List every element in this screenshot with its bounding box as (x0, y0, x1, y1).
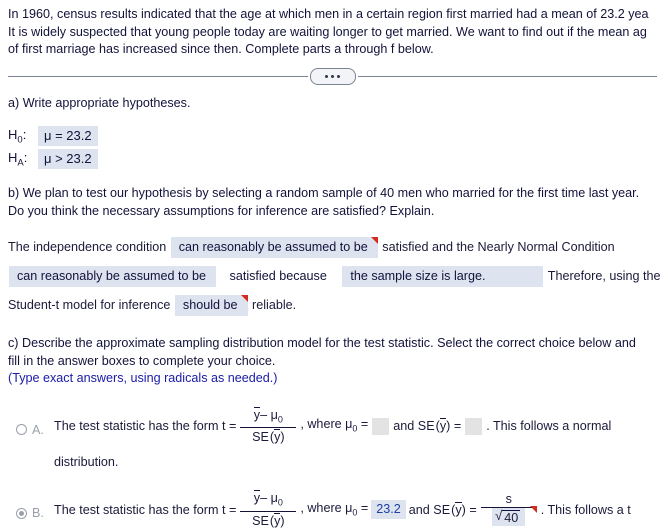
choice-b-radio-group[interactable]: B. (8, 485, 54, 520)
divider-line-right (357, 75, 657, 77)
nearly-normal-text: satisfied and the Nearly Normal Conditio… (382, 240, 615, 254)
choice-b-lead-text: The test statistic has the form t = (54, 502, 237, 517)
part-a-prompt: a) Write appropriate hypotheses. (8, 95, 191, 110)
exercise-page: In 1960, census results indicated that t… (0, 0, 667, 529)
null-hypothesis-answer[interactable]: μ = 23.2 (38, 126, 98, 146)
choice-a-formula-row: The test statistic has the form t = y– μ… (54, 406, 659, 446)
flag-icon (529, 505, 537, 513)
radio-b[interactable] (16, 507, 27, 519)
dot-icon (331, 74, 334, 78)
part-c-prompt-line-2: fill in the answer boxes to complete you… (8, 353, 276, 368)
choice-b-and-text: and SE (y) = (408, 501, 477, 517)
alternative-hypothesis-label: HA: (8, 149, 28, 169)
alternative-hypothesis-row: HA: μ > 23.2 (8, 149, 659, 169)
satisfied-dropdown[interactable]: satisfied because (221, 266, 337, 288)
part-b-answer-line-3: Student-t model for inference should be … (8, 293, 659, 317)
part-b-answer-line-1: The independence condition can reasonabl… (8, 235, 659, 259)
flag-icon (240, 295, 248, 303)
choice-a-radio-group[interactable]: A. (8, 402, 54, 437)
hypotheses-block: H0: μ = 23.2 HA: μ > 23.2 (8, 126, 659, 169)
dot-icon (337, 74, 340, 78)
choice-b-formula-row: The test statistic has the form t = y– μ… (54, 490, 659, 529)
reliability-dropdown[interactable]: should be (174, 295, 248, 317)
part-c-prompt-line-1: c) Describe the approximate sampling dis… (8, 336, 636, 350)
choice-b-se-numerator: s (505, 491, 512, 506)
therefore-text: Therefore, using the (547, 269, 661, 283)
dot-icon (325, 74, 328, 78)
choice-b[interactable]: B. The test statistic has the form t = y… (8, 485, 659, 529)
more-options-button[interactable] (309, 67, 356, 85)
choice-a-tail-text: . This follows a normal (486, 419, 612, 434)
reason-dropdown[interactable]: the sample size is large. (342, 266, 544, 288)
part-c-section: c) Describe the approximate sampling dis… (8, 335, 659, 529)
part-b-section: b) We plan to test our hypothesis by sel… (8, 185, 661, 317)
part-b-prompt-line-1: b) We plan to test our hypothesis by sel… (8, 186, 640, 200)
problem-statement: In 1960, census results indicated that t… (8, 6, 659, 59)
choice-b-se-denominator: √ 40 (492, 507, 526, 526)
divider-line-left (8, 75, 308, 77)
null-hypothesis-row: H0: μ = 23.2 (8, 126, 659, 146)
choice-a-where-text: , where μ0 = (300, 417, 369, 434)
choice-a-mu-input[interactable] (372, 417, 390, 435)
choice-b-numerator: y– μ0 (253, 490, 283, 508)
problem-line-1: In 1960, census results indicated that t… (8, 7, 649, 21)
choice-a-lead-text: The test statistic has the form t = (54, 419, 237, 434)
part-b-answer-line-2: can reasonably be assumed to be satisfie… (8, 264, 661, 288)
independence-dropdown[interactable]: can reasonably be assumed to be (170, 237, 378, 259)
choice-a-second-line: distribution. (54, 455, 119, 470)
problem-line-2: It is widely suspected that young people… (8, 24, 647, 39)
student-t-text: Student-t model for inference (8, 298, 171, 312)
choice-a-numerator: y– μ0 (253, 406, 283, 425)
choice-a[interactable]: A. The test statistic has the form t = y… (8, 402, 659, 472)
reliable-text: reliable. (252, 298, 297, 312)
choice-b-test-statistic-fraction: y– μ0 SE (y) (240, 490, 297, 528)
flag-icon (370, 237, 378, 245)
choice-a-body: The test statistic has the form t = y– μ… (54, 402, 659, 472)
choice-b-tail-text: . This follows a t (540, 502, 631, 517)
null-hypothesis-label: H0: (8, 126, 27, 146)
choice-a-letter: A. (32, 422, 44, 437)
choice-b-body: The test statistic has the form t = y– μ… (54, 485, 659, 529)
part-c-note: (Type exact answers, using radicals as n… (8, 371, 278, 385)
part-b-prompt-line-2: Do you think the necessary assumptions f… (8, 203, 435, 218)
problem-line-3: of first marriage has increased since th… (8, 42, 434, 56)
section-divider (8, 67, 659, 85)
choice-b-se-input[interactable]: s √ 40 (480, 491, 537, 526)
independence-condition-text: The independence condition (8, 240, 167, 254)
choice-b-letter: B. (32, 506, 44, 521)
choice-b-where-text: , where μ0 = (300, 500, 369, 518)
choice-a-and-text: and SE (y) = (393, 418, 462, 434)
choice-a-denominator: SE (y) (252, 429, 285, 445)
choice-a-se-input[interactable] (465, 417, 483, 435)
choice-b-denominator: SE (y) (252, 512, 285, 528)
alternative-hypothesis-answer[interactable]: μ > 23.2 (38, 149, 98, 169)
radio-a[interactable] (16, 424, 27, 435)
nearly-normal-dropdown[interactable]: can reasonably be assumed to be (9, 266, 217, 288)
choice-b-mu-input[interactable]: 23.2 (371, 500, 406, 520)
choice-a-test-statistic-fraction: y– μ0 SE (y) (240, 406, 297, 445)
